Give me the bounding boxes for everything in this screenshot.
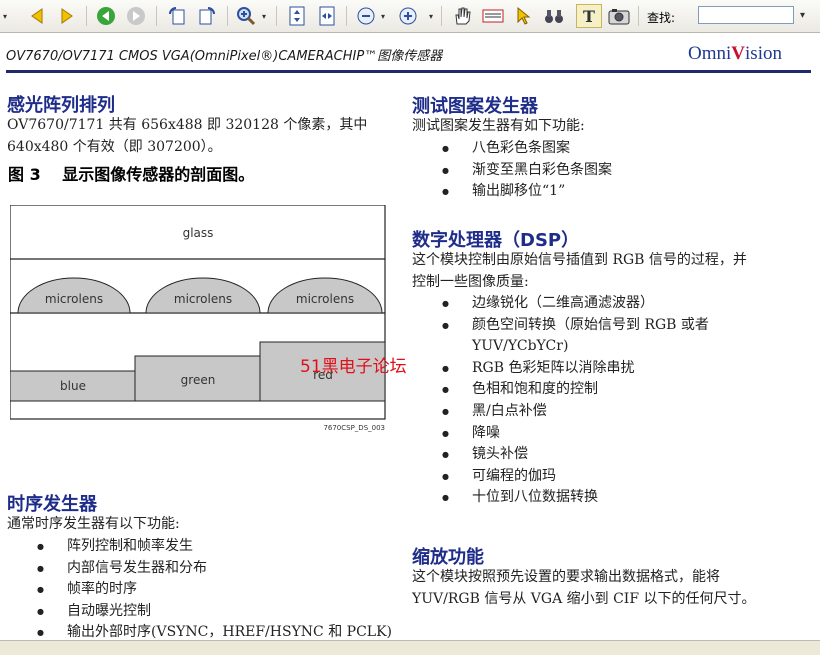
menu-dropdown-icon[interactable]: ▾ <box>3 12 7 21</box>
rotate-counterclockwise-icon[interactable] <box>165 4 189 28</box>
list-item: 阵列控制和帧率发生 <box>7 536 397 558</box>
microlens-label-2: microlens <box>174 292 232 306</box>
find-input[interactable] <box>698 6 794 24</box>
next-page-icon[interactable] <box>56 4 78 28</box>
list-item: RGB 色彩矩阵以消除串扰 <box>412 358 812 380</box>
heading-pixel-array: 感光阵列排列 <box>7 95 115 116</box>
zoom-dropdown-icon[interactable]: ▾ <box>262 12 266 21</box>
zoom-in-icon[interactable] <box>234 4 258 28</box>
svg-text:T: T <box>583 7 595 25</box>
find-label: 查找: <box>647 11 676 25</box>
figure-code: 7670CSP_DS_003 <box>323 424 385 432</box>
dsp-list: 边缘锐化（二维高通滤波器） 颜色空间转换（原始信号到 RGB 或者YUV/YCb… <box>412 293 812 509</box>
list-item: 边缘锐化（二维高通滤波器） <box>412 293 812 315</box>
camera-icon[interactable] <box>606 4 632 28</box>
microlens-label-3: microlens <box>296 292 354 306</box>
list-item: 镜头补偿 <box>412 444 812 466</box>
fit-width-icon[interactable] <box>316 4 338 28</box>
list-item: 可编程的伽玛 <box>412 466 812 488</box>
list-item: 色相和饱和度的控制 <box>412 379 812 401</box>
header-rule <box>6 70 811 73</box>
list-item: 十位到八位数据转换 <box>412 487 812 509</box>
list-item: 黑/白点补偿 <box>412 401 812 423</box>
figure-title: 图 3 显示图像传感器的剖面图。 <box>8 165 255 184</box>
find-options-icon[interactable]: ▾ <box>800 10 805 21</box>
toolbar: ▾ ▾ ▾ ▾ T 查找: ▾ <box>0 0 820 33</box>
list-item: 输出脚移位“1” <box>412 181 812 203</box>
previous-page-icon[interactable] <box>26 4 48 28</box>
glass-label: glass <box>183 226 214 240</box>
status-bar <box>0 640 820 655</box>
test-pattern-intro: 测试图案发生器有如下功能: <box>412 118 585 134</box>
select-arrow-icon[interactable] <box>512 4 534 28</box>
blue-filter-label: blue <box>60 379 86 393</box>
microlens-label-1: microlens <box>45 292 103 306</box>
heading-test-pattern: 测试图案发生器 <box>412 96 538 117</box>
zoom-out-icon[interactable] <box>355 4 377 28</box>
omnivision-logo: OmniVision <box>688 43 782 64</box>
snapshot-tool-icon[interactable] <box>481 4 505 28</box>
list-item: 帧率的时序 <box>7 579 397 601</box>
rotate-clockwise-icon[interactable] <box>195 4 219 28</box>
heading-dsp: 数字处理器（DSP） <box>412 230 580 251</box>
list-item: 渐变至黑白彩色条图案 <box>412 160 812 182</box>
go-back-icon[interactable] <box>94 4 118 28</box>
list-item: 自动曝光控制 <box>7 601 397 623</box>
text-select-tool-icon[interactable]: T <box>576 4 602 28</box>
dsp-intro: 这个模块控制由原始信号插值到 RGB 信号的过程，并 控制一些图像质量: <box>412 252 747 290</box>
sensor-cross-section-figure: glass microlens microlens microlens blue… <box>9 204 390 441</box>
go-forward-icon[interactable] <box>124 4 148 28</box>
list-item: 内部信号发生器和分布 <box>7 558 397 580</box>
pixel-array-text: OV7670/7171 共有 656x488 即 320128 个像素，其中 6… <box>7 117 368 155</box>
page-header-title: OV7670/OV7171 CMOS VGA(OmniPixel®)CAMERA… <box>6 49 443 64</box>
timing-intro: 通常时序发生器有以下功能: <box>7 516 180 532</box>
zoom-out-dropdown-icon[interactable]: ▾ <box>381 12 385 21</box>
list-item: 降噪 <box>412 423 812 445</box>
test-pattern-list: 八色彩色条图案 渐变至黑白彩色条图案 输出脚移位“1” <box>412 138 812 203</box>
timing-list: 阵列控制和帧率发生 内部信号发生器和分布 帧率的时序 自动曝光控制 输出外部时序… <box>7 536 397 644</box>
fit-page-icon[interactable] <box>286 4 308 28</box>
heading-scaling: 缩放功能 <box>412 547 484 568</box>
list-item: 八色彩色条图案 <box>412 138 812 160</box>
zoom-in-small-icon[interactable] <box>397 4 419 28</box>
watermark-text: 51黑电子论坛 <box>300 357 407 377</box>
scaling-text: 这个模块按照预先设置的要求输出数据格式，能将 YUV/RGB 信号从 VGA 缩… <box>412 569 756 607</box>
hand-tool-icon[interactable] <box>450 4 474 28</box>
zoom-in-dropdown-icon[interactable]: ▾ <box>429 12 433 21</box>
heading-timing-generator: 时序发生器 <box>7 494 97 515</box>
find-binoculars-icon[interactable] <box>542 4 566 28</box>
green-filter-label: green <box>181 373 216 387</box>
document-page: OV7670/OV7171 CMOS VGA(OmniPixel®)CAMERA… <box>0 33 820 644</box>
list-item: 颜色空间转换（原始信号到 RGB 或者YUV/YCbYCr) <box>412 315 812 358</box>
